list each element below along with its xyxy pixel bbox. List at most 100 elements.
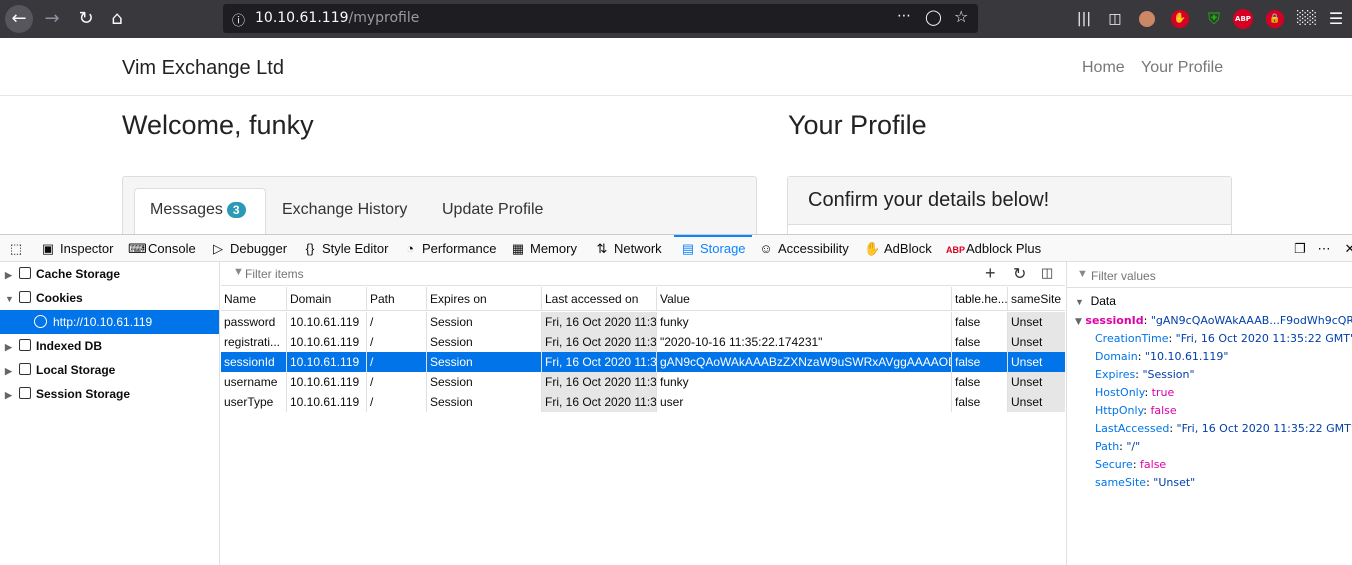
add-item-icon[interactable]: + [985,263,996,284]
detail-prop-row: CreationTime: "Fri, 16 Oct 2020 11:35:22… [1095,332,1352,345]
tab-accessibility[interactable]: ☺ Accessibility [758,235,848,262]
detail-prop-row: sameSite: "Unset" [1095,476,1196,489]
filter-values-input[interactable] [1091,268,1341,284]
filter-icon: ▼ [1077,268,1088,280]
col-expires[interactable]: Expires on [426,287,541,311]
more-options-icon[interactable]: ⋯ [1316,235,1336,262]
cell-path: / [366,352,426,372]
tab-storage[interactable]: ▤ Storage [674,235,752,262]
refresh-icon[interactable]: ↻ [1013,264,1026,284]
info-icon[interactable]: ⓘ [232,10,245,29]
cell-name: registrati... [224,335,281,349]
prop-value: "Fri, 16 Oct 2020 11:35:22 GMT" [1175,332,1352,345]
tab-update-profile[interactable]: Update Profile [442,201,543,219]
tab-inspector[interactable]: ▣ Inspector [40,235,114,262]
prop-key: Expires [1095,368,1136,381]
col-name[interactable]: Name [221,287,286,311]
sidebar-icon[interactable]: ◫ [1105,9,1125,29]
col-http-only[interactable]: table.he... [951,287,1007,311]
tab-adblock-plus[interactable]: ABPAdblock Plus [946,235,1041,262]
library-icon[interactable]: ||| [1074,9,1094,29]
site-brand[interactable]: Vim Exchange Ltd [122,57,284,80]
sidebar-item-cookie-host[interactable]: http://10.10.61.119 [0,310,219,334]
prop-value: "Session" [1142,368,1195,381]
cell-http-only: false [951,332,1007,352]
data-section-toggle[interactable]: ▼ Data [1075,294,1116,308]
cell-name: username [224,375,278,389]
tab-exchange-history[interactable]: Exchange History [282,201,407,219]
items-filter-bar: ▼ + ↻ ◫ [221,262,1065,286]
abp-tab-icon: ABP [946,245,966,255]
cell-http-only: false [951,372,1007,392]
cell-http-only: false [951,352,1007,372]
col-path[interactable]: Path [366,287,426,311]
sidebar-item-local-storage[interactable]: ▶ Local Storage [0,358,219,382]
page-actions-icon[interactable]: ⋯ [897,8,911,24]
close-icon[interactable]: ✕ [1342,235,1352,262]
back-arrow-icon[interactable]: ← [5,5,33,33]
table-row[interactable]: username 10.10.61.119/Session Fri, 16 Oct … [221,372,1065,392]
forward-arrow-icon[interactable]: → [38,5,66,33]
memory-icon: ▦ [511,241,525,256]
sidebar-item-cache-storage[interactable]: ▶ Cache Storage [0,262,219,286]
nav-profile-link[interactable]: Your Profile [1141,59,1223,77]
fence-icon[interactable]: ░░ [1297,9,1317,29]
cell-domain: 10.10.61.119 [286,312,366,332]
tab-performance[interactable]: ◔ Performance [402,235,496,262]
stop-icon[interactable]: ✋ [1171,10,1189,28]
storage-icon [19,387,31,399]
pocket-icon[interactable]: ◯ [925,8,942,26]
tab-debugger[interactable]: ▷ Debugger [210,235,287,262]
adblock-icon: ✋ [864,241,881,256]
reload-icon[interactable]: ↻ [72,5,100,33]
cell-expires: Session [426,332,541,352]
table-row[interactable]: registrati... 10.10.61.119/Session Fri, 16… [221,332,1065,352]
col-samesite[interactable]: sameSite [1007,287,1065,311]
menu-icon[interactable]: ☰ [1326,9,1346,29]
prop-key: Domain [1095,350,1138,363]
abp-icon[interactable]: ABP [1233,9,1253,29]
cell-http-only: false [951,392,1007,412]
col-domain[interactable]: Domain [286,287,366,311]
cell-value: funky [656,312,951,332]
tab-messages-label[interactable]: Messages 3 [150,201,246,219]
col-last-accessed[interactable]: Last accessed on [541,287,656,311]
detail-prop-row: HttpOnly: false [1095,404,1177,417]
url-bar[interactable]: ⓘ 10.10.61.119/myprofile ⋯ ◯ ☆ [223,4,978,33]
profile-panel-header: Confirm your details below! [788,177,1231,225]
cell-http-only: false [951,312,1007,332]
tab-memory[interactable]: ▦ Memory [510,235,577,262]
cell-expires: Session [426,372,541,392]
filter-items-input[interactable] [245,266,845,282]
lock-icon[interactable]: 🔒 [1266,10,1284,28]
prop-key: LastAccessed [1095,422,1170,435]
col-value[interactable]: Value [656,287,951,311]
avatar-icon[interactable] [1139,11,1155,27]
table-row[interactable]: password 10.10.61.119/Session Fri, 16 Oct … [221,312,1065,332]
detail-root-row[interactable]: ▼ sessionId: "gAN9cQAoWAkAAAB...F9odWh9c… [1075,314,1352,327]
nav-home-link[interactable]: Home [1082,59,1125,77]
sidebar-item-session-storage[interactable]: ▶ Session Storage [0,382,219,406]
toggle-sidebar-icon[interactable]: ◫ [1041,265,1053,281]
tab-console[interactable]: ⌨Console [128,235,196,262]
element-picker-icon[interactable]: ⬚ [8,235,28,262]
sidebar-item-cookies[interactable]: ▼ Cookies [0,286,219,310]
table-header: Name Domain Path Expires on Last accesse… [221,287,1065,311]
tab-adblock[interactable]: ✋ AdBlock [864,235,932,262]
style-editor-icon: {} [305,241,315,256]
storage-icon [19,363,31,375]
dock-icon[interactable]: ❐ [1292,235,1312,262]
tab-network[interactable]: ⇅ Network [594,235,662,262]
shield-icon[interactable]: ⛨ [1204,9,1224,29]
cell-last-accessed: Fri, 16 Oct 2020 11:3... [541,392,656,412]
cell-value: gAN9cQAoWAkAAABzZXNzaW9uSWRxAVggAAAAODA.… [656,352,951,372]
table-row[interactable]: userType 10.10.61.119/Session Fri, 16 Oct … [221,392,1065,412]
detail-prop-row: LastAccessed: "Fri, 16 Oct 2020 11:35:22… [1095,422,1352,435]
tab-style-editor[interactable]: {} Style Editor [302,235,389,262]
cell-domain: 10.10.61.119 [286,372,366,392]
bookmark-star-icon[interactable]: ☆ [954,7,968,26]
table-row[interactable]: sessionId 10.10.61.119/Session Fri, 16 Oct… [221,352,1065,372]
home-icon[interactable]: ⌂ [103,5,131,33]
sidebar-item-indexed-db[interactable]: ▶ Indexed DB [0,334,219,358]
cell-expires: Session [426,312,541,332]
